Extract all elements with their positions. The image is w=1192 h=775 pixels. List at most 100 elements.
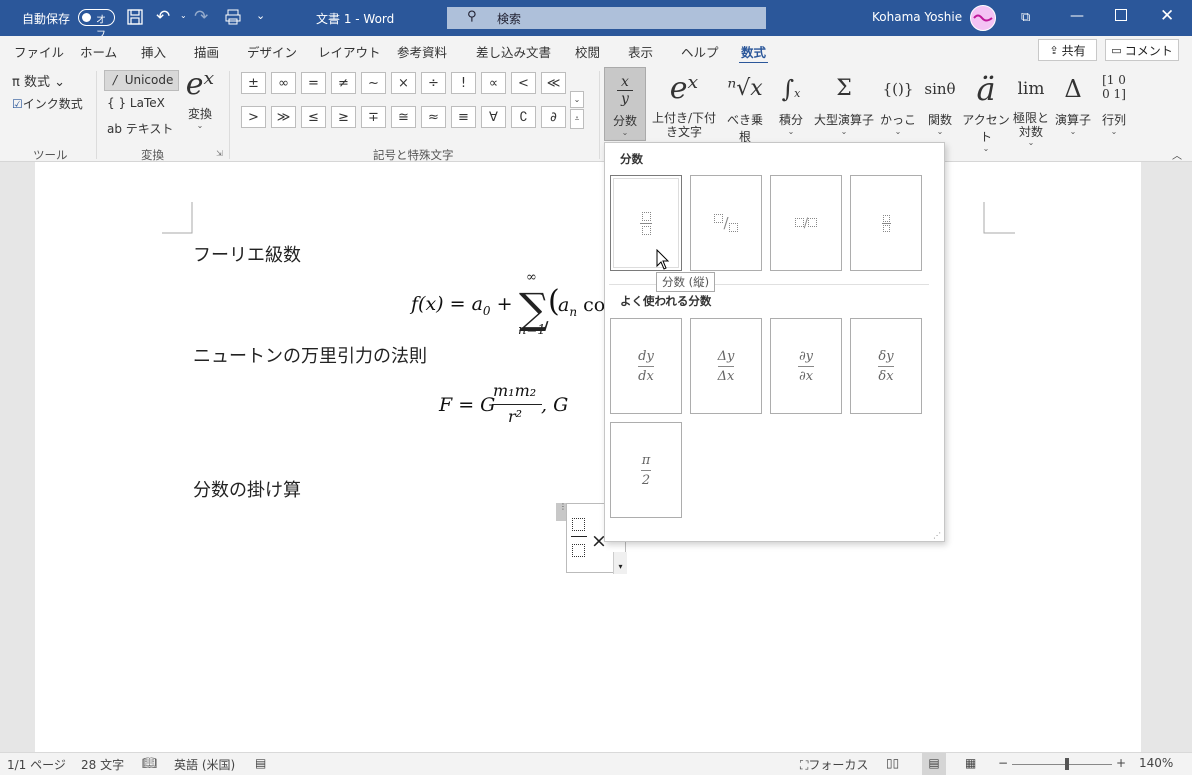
customize-qat-icon[interactable]: ⌄: [256, 9, 265, 22]
comment-button[interactable]: ▭ コメント: [1105, 39, 1179, 61]
fraction-linear-tile[interactable]: /: [770, 175, 842, 271]
numerator-placeholder[interactable]: [572, 518, 585, 531]
limit-log-button[interactable]: lim 極限と対数 ⌄: [1010, 67, 1052, 147]
user-name[interactable]: Kohama Yoshie: [872, 10, 962, 24]
bracket-button[interactable]: {()} かっこ ⌄: [878, 67, 918, 136]
collapse-ribbon-icon[interactable]: ︿: [1172, 147, 1182, 162]
tab-review[interactable]: 校閲: [575, 42, 600, 61]
large-operator-button[interactable]: Σ 大型演算子 ⌄: [812, 67, 876, 136]
convert-button[interactable]: eˣ 変換 ⌄: [183, 67, 217, 130]
zoom-level[interactable]: 140%: [1139, 756, 1173, 770]
tab-design[interactable]: デザイン: [247, 42, 297, 61]
tab-references[interactable]: 参考資料: [397, 42, 447, 61]
tab-file[interactable]: ファイル: [14, 42, 64, 61]
macro-icon[interactable]: ▤: [255, 756, 266, 770]
document-page[interactable]: フーリエ級数 f(x) = a0 + ∑ ∞ n=1 ( an cos ニュート…: [35, 162, 1141, 752]
zoom-in-button[interactable]: +: [1116, 756, 1126, 770]
integral-button[interactable]: ∫x 積分 ⌄: [772, 67, 810, 136]
fraction-small-tile[interactable]: [850, 175, 922, 271]
tab-layout[interactable]: レイアウト: [318, 42, 381, 61]
symbol-button[interactable]: ≫: [271, 106, 296, 128]
maximize-icon[interactable]: [1115, 9, 1127, 21]
symbol-button[interactable]: ∂: [541, 106, 566, 128]
symbol-button[interactable]: ×: [391, 72, 416, 94]
tab-mailings[interactable]: 差し込み文書: [476, 42, 551, 61]
fraction-button[interactable]: xy 分数 ⌄: [604, 67, 646, 141]
fraction-stacked-tile[interactable]: [610, 175, 682, 271]
tab-draw[interactable]: 描画: [194, 42, 219, 61]
avatar[interactable]: [970, 5, 996, 31]
word-count[interactable]: 28 文字: [81, 756, 124, 773]
page-count[interactable]: 1/1 ページ: [7, 756, 66, 773]
symbol-button[interactable]: ≪: [541, 72, 566, 94]
search-box[interactable]: ⚲ 検索: [447, 7, 766, 29]
equation-handle[interactable]: ⋮: [556, 503, 567, 521]
zoom-out-button[interactable]: −: [998, 756, 1008, 770]
text-button[interactable]: ab テキスト: [107, 120, 173, 137]
symbol-button[interactable]: ≡: [451, 106, 476, 128]
symbol-button[interactable]: ∞: [271, 72, 296, 94]
heading-fourier[interactable]: フーリエ級数: [193, 241, 301, 267]
minimize-icon[interactable]: —: [1070, 8, 1084, 24]
language[interactable]: 英語 (米国): [174, 756, 235, 773]
symbol-button[interactable]: ≤: [301, 106, 326, 128]
symbol-button[interactable]: ~: [361, 72, 386, 94]
script-button[interactable]: eˣ 上付き/下付き文字 ⌄: [648, 67, 720, 147]
tab-equation[interactable]: 数式: [738, 42, 769, 65]
accent-button[interactable]: ä アクセント ⌄: [962, 67, 1010, 153]
equation-button[interactable]: π 数式 ⌄: [12, 71, 65, 90]
fraction-delta-tile[interactable]: Δy Δx: [690, 318, 762, 414]
redo-icon[interactable]: ↷: [194, 7, 208, 27]
symbol-button[interactable]: !: [451, 72, 476, 94]
tab-insert[interactable]: 挿入: [141, 42, 166, 61]
tab-home[interactable]: ホーム: [80, 42, 117, 61]
tab-help[interactable]: ヘルプ: [681, 42, 719, 61]
fraction-dy-dx-tile[interactable]: dy dx: [610, 318, 682, 414]
gallery-scroll-down[interactable]: ⌄: [570, 91, 584, 108]
symbol-button[interactable]: ≠: [331, 72, 356, 94]
symbol-button[interactable]: <: [511, 72, 536, 94]
zoom-slider-track[interactable]: [1012, 764, 1112, 765]
latex-button[interactable]: { } LaTeX: [107, 96, 165, 110]
focus-mode-button[interactable]: ⛶フォーカス: [800, 756, 868, 773]
denominator-placeholder[interactable]: [572, 544, 585, 557]
matrix-button[interactable]: [1 00 1] 行列 ⌄: [1096, 67, 1132, 136]
radical-button[interactable]: ⁿ√x べき乗根 ⌄: [722, 67, 768, 153]
symbol-button[interactable]: ≥: [331, 106, 356, 128]
symbol-button[interactable]: =: [301, 72, 326, 94]
undo-dropdown-icon[interactable]: ⌄: [180, 11, 187, 20]
share-button[interactable]: ⇪ 共有: [1038, 39, 1097, 61]
web-layout-icon[interactable]: ▦: [965, 756, 976, 770]
fraction-partial-tile[interactable]: ∂y ∂x: [770, 318, 842, 414]
print-layout-icon[interactable]: ▤: [922, 753, 946, 775]
symbol-button[interactable]: ∓: [361, 106, 386, 128]
read-mode-icon[interactable]: ▯▯: [886, 756, 899, 770]
fraction-skewed-tile[interactable]: /: [690, 175, 762, 271]
proofing-icon[interactable]: 📖︎: [142, 756, 157, 770]
equation-options-icon[interactable]: ▾: [613, 552, 627, 574]
close-icon[interactable]: ✕: [1160, 6, 1174, 26]
fraction-small-delta-tile[interactable]: δy δx: [850, 318, 922, 414]
symbol-button[interactable]: ÷: [421, 72, 446, 94]
gallery-more[interactable]: ⩡: [570, 109, 584, 129]
symbol-button[interactable]: ∀: [481, 106, 506, 128]
undo-icon[interactable]: ↶: [156, 7, 170, 27]
symbol-button[interactable]: ≈: [421, 106, 446, 128]
symbol-button[interactable]: ∝: [481, 72, 506, 94]
dialog-launcher-icon[interactable]: ⇲: [216, 149, 223, 158]
resize-grip-icon[interactable]: ⋰: [933, 531, 941, 540]
symbol-button[interactable]: ∁: [511, 106, 536, 128]
ribbon-display-icon[interactable]: ⧉: [1021, 10, 1030, 25]
save-icon[interactable]: [126, 8, 144, 26]
symbol-button[interactable]: >: [241, 106, 266, 128]
autosave-toggle[interactable]: オフ: [78, 9, 115, 41]
heading-fraction-multiplication[interactable]: 分数の掛け算: [193, 476, 301, 502]
symbol-button[interactable]: ±: [241, 72, 266, 94]
unicode-button[interactable]: / Unicode: [104, 70, 179, 91]
print-preview-icon[interactable]: [224, 8, 242, 26]
function-button[interactable]: sinθ 関数 ⌄: [920, 67, 960, 136]
operator-button[interactable]: Δ 演算子 ⌄: [1053, 67, 1093, 136]
zoom-slider-thumb[interactable]: [1065, 758, 1069, 770]
tab-view[interactable]: 表示: [628, 42, 653, 61]
heading-newton[interactable]: ニュートンの万里引力の法則: [193, 342, 427, 368]
